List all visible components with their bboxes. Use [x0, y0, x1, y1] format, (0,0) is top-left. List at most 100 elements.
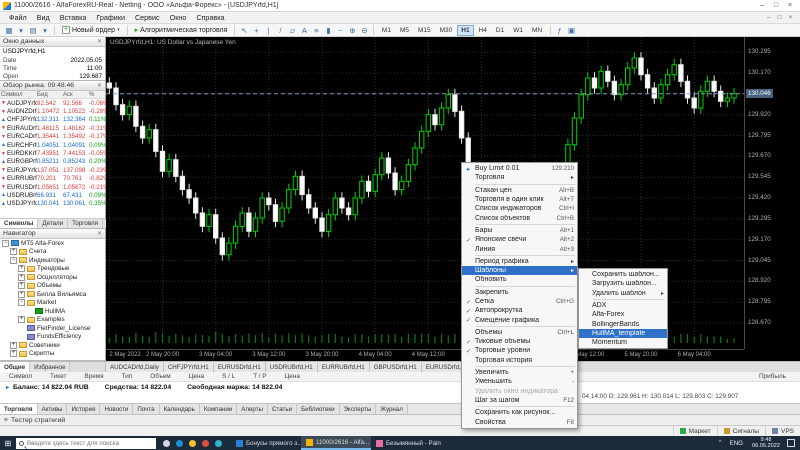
- chart-profiles-icon[interactable]: ▤: [27, 25, 39, 36]
- context-menu-item[interactable]: Закрепить: [462, 288, 577, 297]
- text-label-icon[interactable]: A: [298, 25, 310, 36]
- menu-item-0[interactable]: Файл: [4, 13, 32, 22]
- market-watch-row[interactable]: ▲USDJPYrfd130.041130.0610.35%: [0, 200, 105, 208]
- close-icon[interactable]: ✕: [97, 38, 102, 45]
- market-watch-row[interactable]: ▼EURJPYrfd137.051137.098-0.23%: [0, 166, 105, 174]
- market-watch-row[interactable]: ▼EURCADrfd1.354411.35492-0.17%: [0, 133, 105, 141]
- toolbox-tab-0[interactable]: Торговля: [0, 404, 38, 414]
- taskbar-app[interactable]: Безымянный - Paint: [371, 436, 441, 450]
- context-menu-item[interactable]: Обновить: [462, 275, 577, 284]
- context-menu-item[interactable]: ✓Торговые уровни: [462, 346, 577, 355]
- market-watch-row[interactable]: ▲CHFJPYrfd132.311132.3640.11%: [0, 116, 105, 124]
- context-menu-item[interactable]: Сохранить как рисунок...: [462, 408, 577, 417]
- new-chart-dropdown-icon[interactable]: ▾: [15, 25, 27, 36]
- statusbar-button-0[interactable]: Маркет: [673, 426, 717, 436]
- taskbar-app[interactable]: 11000/2616 - Alfa...: [301, 436, 371, 450]
- navigator-tab-0[interactable]: Общие: [0, 362, 30, 372]
- context-menu-item[interactable]: ОбъемыCtrl+L: [462, 328, 577, 337]
- market-watch-row[interactable]: ▲EURCHFrfd1.040511.040910.09%: [0, 141, 105, 149]
- menu-item-6[interactable]: Справка: [191, 13, 229, 22]
- context-menu-item[interactable]: Momentum: [579, 338, 667, 347]
- balance-row[interactable]: ▸ Баланс: 14 822.04 RUB Средства: 14 822…: [0, 382, 800, 392]
- menu-item-5[interactable]: Окно: [165, 13, 192, 22]
- context-menu-item[interactable]: Уменьшить-: [462, 377, 577, 386]
- context-menu-item[interactable]: Удалить шаблон▸: [579, 289, 667, 298]
- context-menu-item[interactable]: Сохранить шаблон...: [579, 270, 667, 279]
- crosshair-icon[interactable]: +: [250, 25, 262, 36]
- timeframe-button-m5[interactable]: M5: [396, 25, 413, 36]
- indicators-icon[interactable]: ƒ: [554, 25, 566, 36]
- strategy-tester-bar[interactable]: ≡ Тестер стратегий: [0, 414, 800, 425]
- navigator-item[interactable]: FundsEfficiency: [0, 333, 105, 342]
- timeframe-button-w1[interactable]: W1: [509, 25, 527, 36]
- cursor-icon[interactable]: ↖: [238, 25, 250, 36]
- context-menu-item[interactable]: Торговля▸: [462, 173, 577, 182]
- shapes-icon[interactable]: ▱: [286, 25, 298, 36]
- context-menu-item[interactable]: Список объектовCtrl+B: [462, 213, 577, 222]
- store-icon[interactable]: [215, 440, 222, 447]
- toolbox-tab-5[interactable]: Календарь: [160, 404, 200, 414]
- statusbar-button-1[interactable]: Сигналы: [717, 426, 765, 436]
- task-view-icon[interactable]: [163, 440, 170, 447]
- navigator-item[interactable]: HullMA: [0, 307, 105, 316]
- market-watch-row[interactable]: ▲EURGBPrfd0.852110.852430.20%: [0, 158, 105, 166]
- context-menu-item[interactable]: ✓Тиковые объемы: [462, 337, 577, 346]
- chart-tab-1[interactable]: CHFJPYrfd,H1: [164, 362, 214, 372]
- expand-plus-icon[interactable]: +: [10, 350, 17, 357]
- navigator-item[interactable]: +Счета: [0, 248, 105, 257]
- new-order-button[interactable]: + Новый ордер ▾: [58, 24, 124, 36]
- navigator-item[interactable]: +Осцилляторы: [0, 273, 105, 282]
- navigator-item[interactable]: +Скрипты: [0, 350, 105, 359]
- navigator-item[interactable]: −Market: [0, 299, 105, 308]
- navigator-item[interactable]: +Билла Вильямса: [0, 290, 105, 299]
- market-watch-row[interactable]: ▼AUDNZDrfd1.104721.10522-0.28%: [0, 107, 105, 115]
- toolbox-tab-8[interactable]: Статьи: [268, 404, 297, 414]
- toolbox-tab-3[interactable]: Новости: [100, 404, 133, 414]
- maximize-button[interactable]: □: [769, 0, 783, 11]
- child-close-button[interactable]: ×: [785, 13, 796, 22]
- expand-minus-icon[interactable]: −: [2, 240, 9, 247]
- market-watch-row[interactable]: ▼EURDKKrfd7.439517.44153-0.05%: [0, 149, 105, 157]
- expand-plus-icon[interactable]: +: [18, 282, 25, 289]
- context-menu-item[interactable]: Торговля в один кликAlt+T: [462, 195, 577, 204]
- hidden-icons-chevron[interactable]: ^: [719, 440, 722, 446]
- navigator-item[interactable]: +Трендовые: [0, 265, 105, 274]
- chart-tab-5[interactable]: GBPUSDrfd,H1: [370, 362, 422, 372]
- navigator-item[interactable]: +Объемы: [0, 282, 105, 291]
- price-axis[interactable]: 130.295130.170130.045129.920129.795129.6…: [744, 37, 800, 349]
- toolbox-tab-6[interactable]: Компании: [200, 404, 237, 414]
- timeframe-button-m1[interactable]: M1: [378, 25, 395, 36]
- zoom-out-icon[interactable]: ⊖: [358, 25, 370, 36]
- navigator-item[interactable]: −Индикаторы: [0, 256, 105, 265]
- context-menu-item[interactable]: ЛинияAlt+3: [462, 244, 577, 253]
- file-explorer-icon[interactable]: [189, 440, 196, 447]
- context-menu-item[interactable]: ▸Buy Limit 0.01129.210: [462, 164, 577, 173]
- start-button[interactable]: ⊞: [0, 436, 16, 450]
- child-minimize-button[interactable]: –: [763, 13, 774, 22]
- objects-list-icon[interactable]: ▣: [566, 25, 578, 36]
- market-watch-tab-0[interactable]: Символы: [0, 219, 38, 228]
- toolbox-tab-9[interactable]: Библиотеки: [297, 404, 340, 414]
- chart-tab-4[interactable]: EURRUBrfd,H1: [318, 362, 370, 372]
- context-menu-item[interactable]: ✓СеткаCtrl+G: [462, 297, 577, 306]
- bars-chart-icon[interactable]: ≡: [310, 25, 322, 36]
- language-indicator[interactable]: ENG: [730, 440, 743, 447]
- context-menu-item[interactable]: ADX: [579, 301, 667, 310]
- toolbox-tab-11[interactable]: Журнал: [376, 404, 408, 414]
- toolbox-tab-7[interactable]: Алерты: [237, 404, 268, 414]
- toolbox-tab-10[interactable]: Эксперты: [340, 404, 377, 414]
- timeframe-button-d1[interactable]: D1: [492, 25, 508, 36]
- expand-minus-icon[interactable]: −: [10, 257, 17, 264]
- navigator-item[interactable]: +Examples: [0, 316, 105, 325]
- toolbox-tab-2[interactable]: История: [67, 404, 100, 414]
- context-menu-item[interactable]: ✓Японские свечиAlt+2: [462, 235, 577, 244]
- chart-tab-2[interactable]: EURUSDrfd,H1: [214, 362, 266, 372]
- menu-item-2[interactable]: Вставка: [55, 13, 92, 22]
- expand-plus-icon[interactable]: +: [18, 274, 25, 281]
- navigator-item[interactable]: +Советники: [0, 341, 105, 350]
- menu-item-4[interactable]: Сервис: [130, 13, 165, 22]
- notification-center-icon[interactable]: [787, 439, 795, 447]
- expand-minus-icon[interactable]: −: [18, 299, 25, 306]
- line-chart-icon[interactable]: ~: [334, 25, 346, 36]
- chart-tab-3[interactable]: USDRUBrfd,H1: [266, 362, 318, 372]
